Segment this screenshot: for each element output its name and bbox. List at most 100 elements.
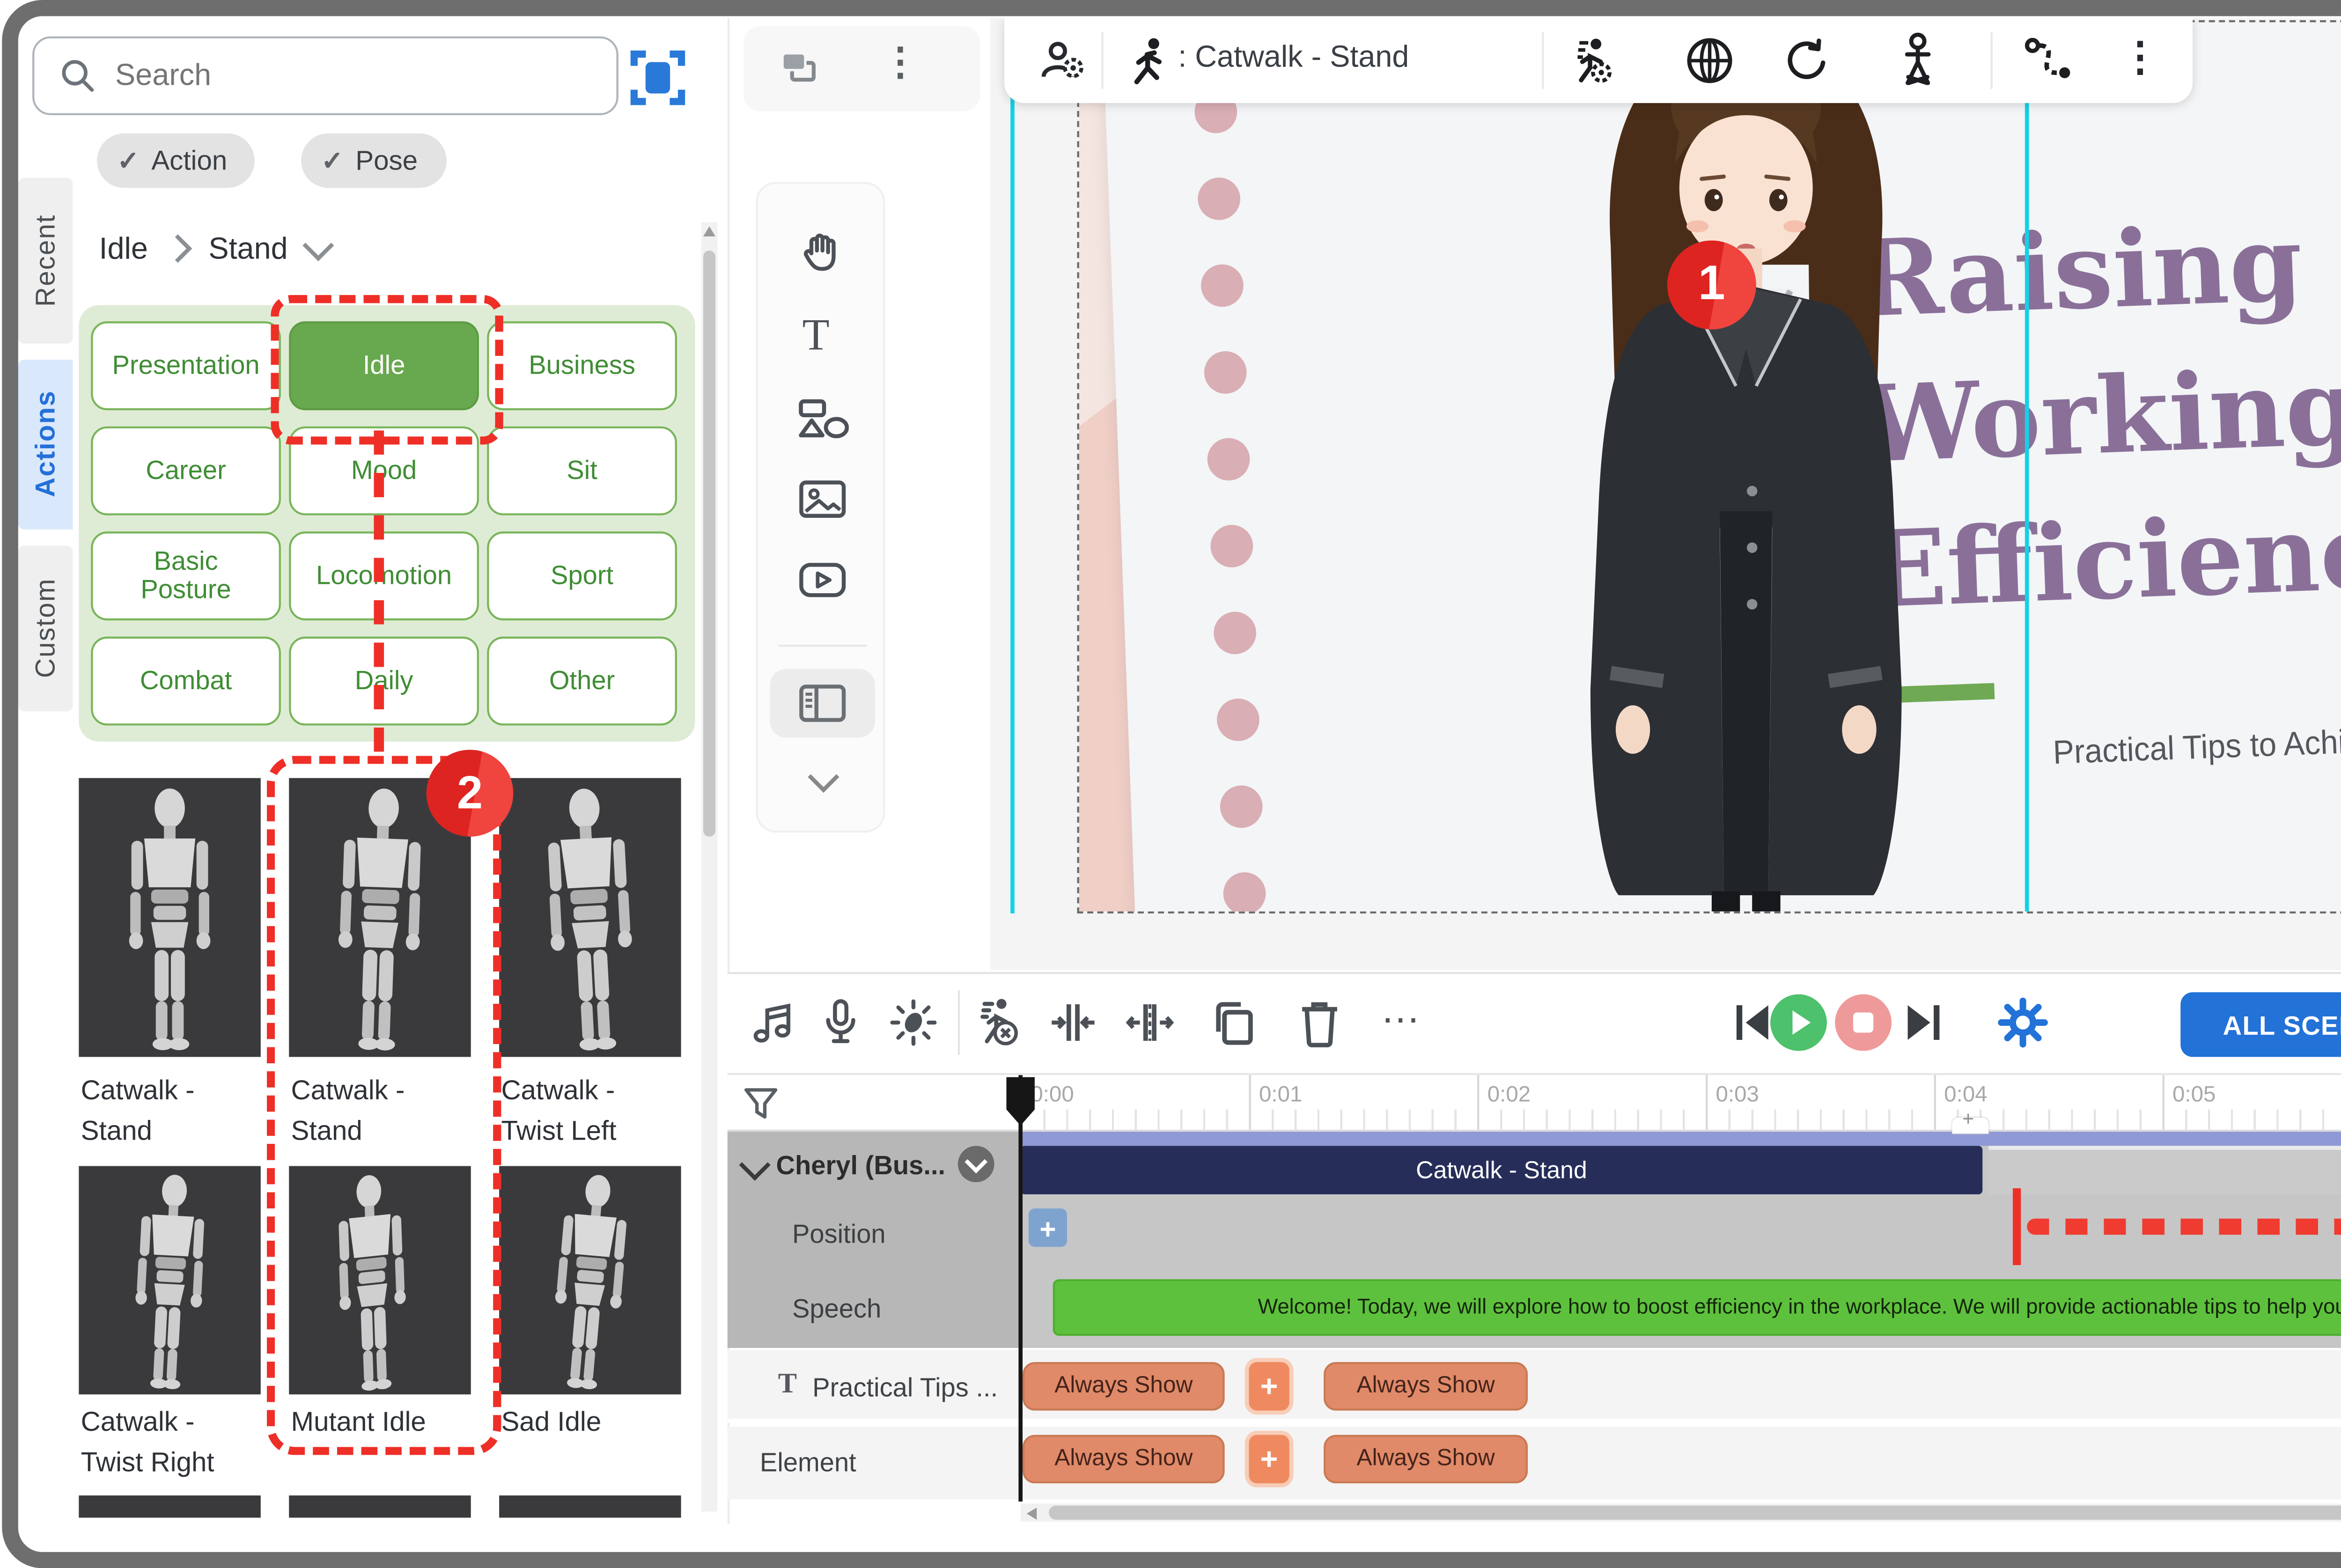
playhead-line[interactable] [1018,1075,1023,1502]
category-business[interactable]: Business [487,321,677,410]
track-character-name[interactable]: Cheryl (Bus... [776,1150,945,1180]
pose-thumb-sad-idle[interactable] [499,1166,681,1395]
layout-tool-icon [798,683,847,723]
timeline-h-scrollbar[interactable] [1021,1503,2341,1522]
select-frame-icon[interactable] [631,51,685,105]
character-toolbar: : Catwalk - Stand ⋮ [1004,18,2193,103]
track-speech-name[interactable]: Speech [792,1293,881,1324]
tab-custom[interactable]: Custom [18,545,73,711]
action-track-band [1021,1132,2341,1146]
pan-hand-icon[interactable] [800,228,845,273]
play-button[interactable] [1770,994,1827,1051]
video-tool-icon[interactable] [798,562,847,598]
character-badge[interactable] [958,1146,994,1182]
all-scenes-button[interactable]: ALL SCENES [2180,992,2341,1057]
text-track-icon: T [778,1370,797,1402]
track-text-name[interactable]: Practical Tips ... [812,1372,998,1403]
remove-action-icon[interactable] [976,996,1025,1049]
more-options-icon[interactable]: … [1380,988,1423,1035]
category-sport[interactable]: Sport [487,531,677,620]
pose-thumb-catwalk-twist-right[interactable] [79,1166,260,1395]
action-settings-icon[interactable] [1572,37,1617,85]
annotation-dashed-arrow [2027,1219,2341,1235]
layers-icon[interactable] [780,51,818,85]
tab-actions[interactable]: Actions [18,360,81,530]
trim-right-icon[interactable] [1126,998,1174,1047]
pose-thumb-partial[interactable] [79,1495,260,1517]
character-avatar[interactable] [1417,22,2074,913]
character-settings-icon[interactable] [1039,38,1085,85]
timeline-toolbar [728,972,2341,1075]
rotate-icon[interactable] [1781,38,1829,83]
panel-scrollbar[interactable] [701,222,718,1512]
check-icon: ✓ [321,145,343,177]
tool-panel: T [756,182,885,832]
guide-line-vertical [1010,20,1015,913]
pose-thumb-catwalk-stand-1[interactable] [79,778,260,1057]
annotation-step-1: 1 [1667,241,1756,330]
pose-thumb-catwalk-twist-left[interactable] [499,778,681,1057]
orbit-globe-icon[interactable] [1683,34,1736,87]
pose-thumb-partial[interactable] [499,1495,681,1517]
element-visibility-chip-1[interactable]: Always Show [1023,1435,1225,1484]
trim-left-icon[interactable] [1049,998,1097,1047]
guide-line-vertical [2025,22,2029,911]
tab-actions-label: Actions [30,391,61,498]
motion-path-icon[interactable] [2023,37,2076,85]
text-visibility-chip-2[interactable]: Always Show [1324,1362,1528,1411]
canvas-area[interactable]: Raising Working Efficiency Practical Tip… [990,18,2341,970]
search-input[interactable] [111,46,584,105]
shapes-tool-icon[interactable] [796,398,849,438]
music-icon[interactable] [750,1001,794,1045]
track-element-name[interactable]: Element [760,1447,856,1477]
divider [958,990,960,1055]
add-element-segment-button[interactable]: + [1249,1435,1289,1484]
pose-label: Catwalk -Stand [81,1071,275,1152]
text-tool-icon[interactable]: T [802,309,830,361]
add-text-segment-button[interactable]: + [1249,1362,1289,1411]
breadcrumb-parent[interactable]: Idle [99,231,147,265]
tab-recent[interactable]: Recent [18,178,73,344]
pose-thumb-partial[interactable] [289,1495,471,1517]
add-position-key-button[interactable]: + [1029,1208,1067,1247]
pose-figure-icon[interactable] [1893,32,1942,89]
delete-icon[interactable] [1297,996,1342,1049]
layout-tool-active-bg[interactable] [770,669,875,738]
slide[interactable]: Raising Working Efficiency Practical Tip… [1077,20,2341,913]
track-position-name[interactable]: Position [792,1219,886,1249]
breadcrumb-child[interactable]: Stand [208,231,287,265]
filter-action[interactable]: ✓ Action [97,133,256,188]
category-sit[interactable]: Sit [487,427,677,515]
duplicate-icon[interactable] [1210,998,1259,1047]
chevron-down-icon[interactable] [808,761,839,793]
text-visibility-chip-1[interactable]: Always Show [1023,1362,1225,1411]
chevron-down-icon[interactable] [303,230,335,261]
kebab-menu-icon[interactable]: ⋮ [2120,32,2160,83]
divider [1542,32,1544,89]
category-career[interactable]: Career [91,427,281,515]
playhead-handle[interactable] [1004,1075,1037,1127]
speech-clip[interactable]: Welcome! Today, we will explore how to b… [1053,1279,2341,1336]
clip-next[interactable]: #1 [1988,1146,2341,1194]
category-basic-posture[interactable]: Basic Posture [91,531,281,620]
current-action-label[interactable]: : Catwalk - Stand [1178,40,1409,74]
timeline-ruler[interactable]: 0:00 0:01 0:02 0:03 0:04 0:05 0:06 0:07 … [728,1075,2341,1132]
stop-button[interactable] [1835,994,1892,1051]
microphone-icon[interactable] [820,998,861,1047]
skip-to-start-icon[interactable] [1732,1001,1772,1045]
add-action-tab[interactable]: + [1952,1118,1989,1134]
filter-funnel-icon[interactable] [744,1087,778,1119]
search-box[interactable] [32,37,618,115]
chevron-right-icon [164,234,192,263]
filter-pose[interactable]: ✓ Pose [301,133,446,188]
image-tool-icon[interactable] [798,479,847,519]
brightness-icon[interactable] [889,998,938,1047]
timeline-settings-gear-icon[interactable] [1997,996,2049,1049]
skip-to-end-icon[interactable] [1904,1001,1944,1045]
kebab-menu-icon[interactable]: ⋮ [881,40,920,87]
category-presentation[interactable]: Presentation [91,321,281,410]
clip-catwalk-stand[interactable]: Catwalk - Stand [1021,1146,1983,1194]
category-combat[interactable]: Combat [91,637,281,726]
element-visibility-chip-2[interactable]: Always Show [1324,1435,1528,1484]
category-other[interactable]: Other [487,637,677,726]
